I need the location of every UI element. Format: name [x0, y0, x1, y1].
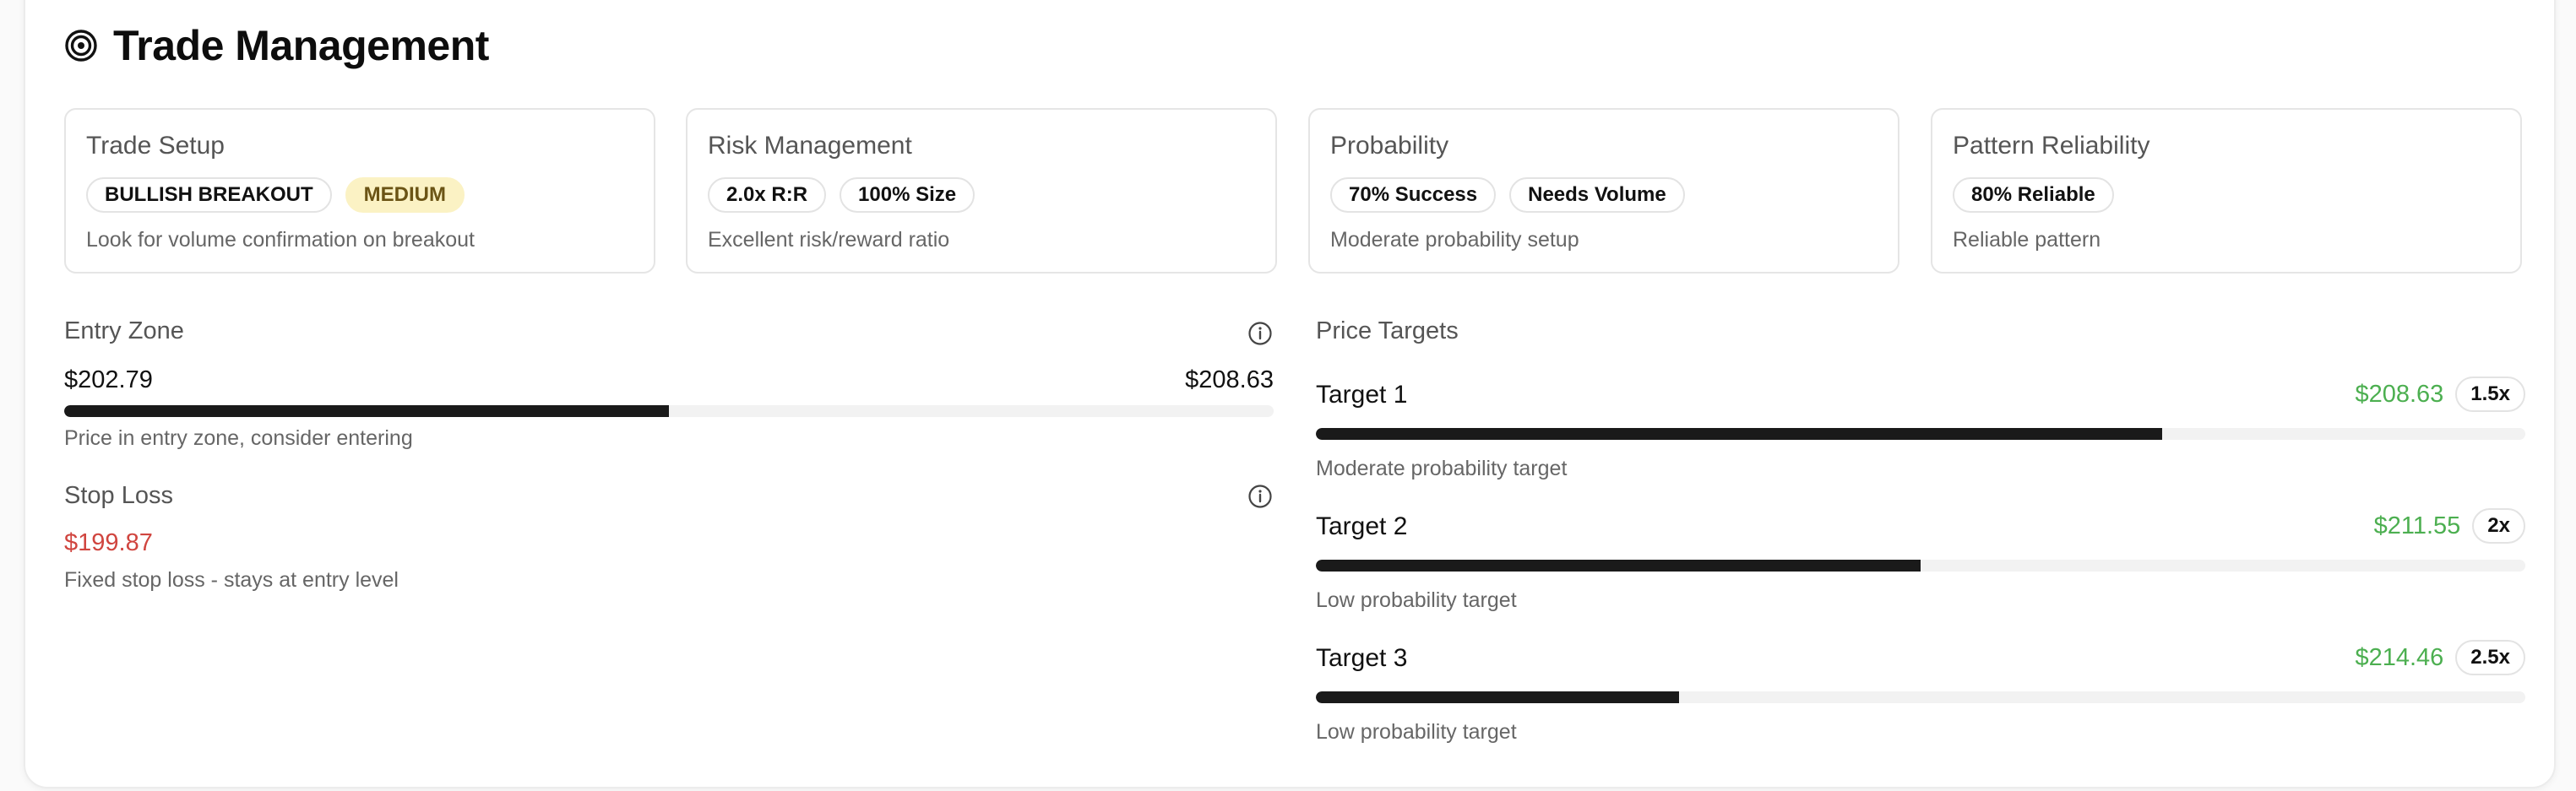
entry-zone-title: Entry Zone — [64, 317, 184, 344]
target-bar-fill — [1316, 428, 2163, 440]
target-name: Target 2 — [1316, 512, 1408, 540]
position-size-badge: 100% Size — [840, 177, 976, 213]
target-name: Target 3 — [1316, 644, 1408, 672]
card-trade-setup: Trade Setup BULLISH BREAKOUT MEDIUM Look… — [64, 108, 655, 274]
strength-badge: MEDIUM — [345, 177, 465, 213]
card-description: Moderate probability setup — [1330, 228, 1579, 252]
card-probability: Probability 70% Success Needs Volume Mod… — [1308, 108, 1899, 274]
info-icon[interactable] — [1247, 321, 1273, 346]
target-bar — [1316, 560, 2525, 572]
card-title: Probability — [1330, 132, 1449, 160]
target-bar-fill — [1316, 691, 1679, 703]
card-description: Look for volume confirmation on breakout — [86, 228, 475, 252]
entry-zone-fill — [64, 405, 669, 417]
target-bar-fill — [1316, 560, 1921, 572]
target-price: $211.55 — [2373, 512, 2461, 539]
target-multiple-badge: 1.5x — [2455, 377, 2525, 412]
target-note: Moderate probability target — [1316, 457, 1568, 480]
risk-reward-badge: 2.0x R:R — [708, 177, 827, 213]
volume-badge: Needs Volume — [1509, 177, 1685, 213]
target-icon — [65, 30, 97, 62]
target-note: Low probability target — [1316, 720, 1517, 744]
entry-low-price: $202.79 — [64, 366, 153, 393]
card-description: Reliable pattern — [1953, 228, 2101, 252]
target-multiple-badge: 2x — [2472, 508, 2525, 544]
card-title: Risk Management — [708, 132, 912, 160]
entry-high-price: $208.63 — [1185, 366, 1274, 393]
target-name: Target 1 — [1316, 381, 1408, 409]
stop-loss-note: Fixed stop loss - stays at entry level — [64, 568, 399, 592]
price-targets-title: Price Targets — [1316, 317, 1459, 344]
card-pattern-reliability: Pattern Reliability 80% Reliable Reliabl… — [1931, 108, 2522, 274]
entry-zone-bar — [64, 405, 1274, 417]
page-title: Trade Management — [113, 22, 489, 69]
entry-zone-note: Price in entry zone, consider entering — [64, 426, 413, 450]
stop-loss-price: $199.87 — [64, 529, 153, 556]
target-bar — [1316, 428, 2525, 440]
stop-loss-title: Stop Loss — [64, 482, 173, 509]
target-price: $214.46 — [2355, 643, 2444, 671]
card-description: Excellent risk/reward ratio — [708, 228, 950, 252]
card-title: Pattern Reliability — [1953, 132, 2150, 160]
success-rate-badge: 70% Success — [1330, 177, 1497, 213]
card-title: Trade Setup — [86, 132, 225, 160]
reliability-badge: 80% Reliable — [1953, 177, 2114, 213]
target-multiple-badge: 2.5x — [2455, 640, 2525, 675]
setup-badge: BULLISH BREAKOUT — [86, 177, 332, 213]
card-risk-management: Risk Management 2.0x R:R 100% Size Excel… — [686, 108, 1277, 274]
target-bar — [1316, 691, 2525, 703]
info-icon[interactable] — [1247, 484, 1273, 509]
target-price: $208.63 — [2355, 380, 2444, 408]
target-note: Low probability target — [1316, 588, 1517, 612]
section-header: Trade Management — [64, 19, 489, 73]
